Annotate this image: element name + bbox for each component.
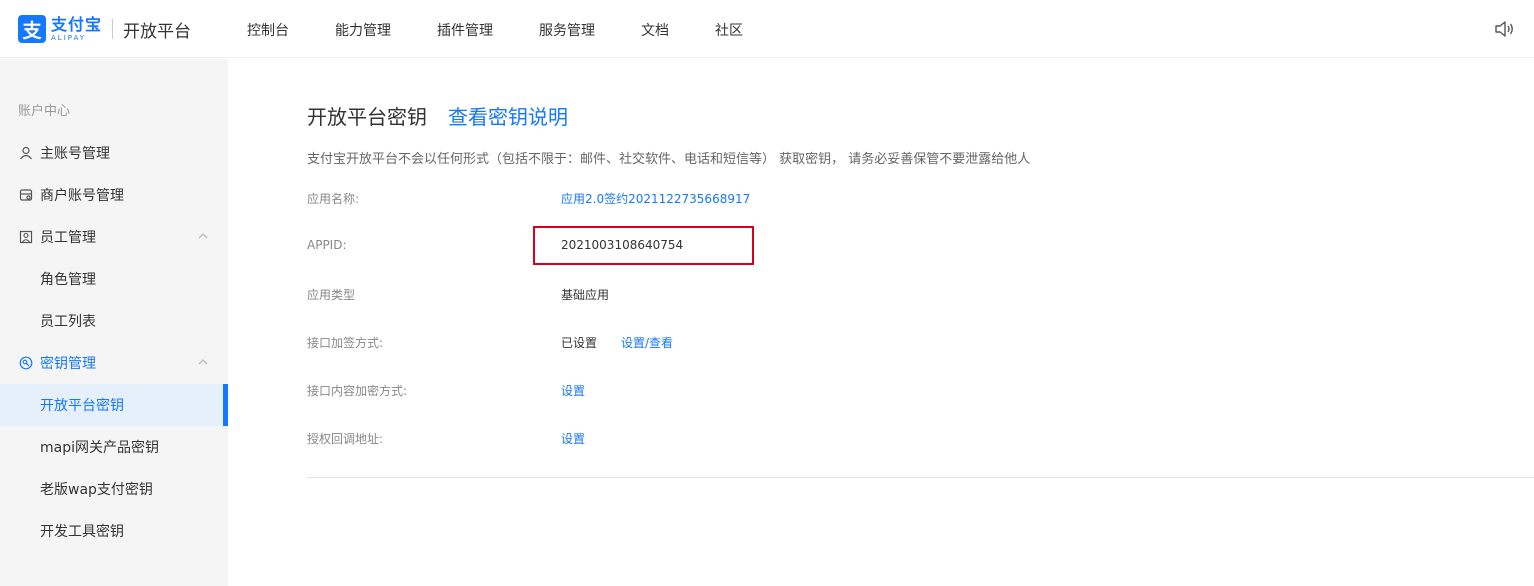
content-divider [307, 477, 1534, 478]
sidebar-item-roles[interactable]: 角色管理 [0, 258, 228, 300]
content-encrypt-label: 接口内容加密方式: [307, 384, 408, 398]
sidebar: 账户中心 主账号管理 商户账号管理 员工管理 角色管理 员工列表 密钥管理 开放… [0, 59, 228, 586]
sidebar-item-merchant-account[interactable]: 商户账号管理 [0, 174, 228, 216]
sidebar-item-keys[interactable]: 密钥管理 [0, 342, 228, 384]
logo-cn: 支付宝 [51, 14, 103, 34]
sidebar-item-label: 开放平台密钥 [40, 398, 124, 414]
nav-services[interactable]: 服务管理 [539, 20, 595, 40]
alipay-logo[interactable]: 支 支付宝 ALIPAY 开放平台 [18, 14, 191, 44]
sidebar-item-open-platform-keys[interactable]: 开放平台密钥 [0, 384, 228, 426]
sidebar-item-label: 员工列表 [40, 314, 96, 330]
sidebar-item-label: 老版wap支付密钥 [40, 482, 153, 498]
sidebar-item-label: 商户账号管理 [40, 188, 124, 204]
logo-divider [112, 19, 114, 39]
platform-title: 开放平台 [123, 21, 192, 42]
logo-text: 支付宝 ALIPAY [51, 14, 103, 42]
sidebar-item-devtool-keys[interactable]: 开发工具密钥 [0, 510, 228, 552]
sidebar-item-staff[interactable]: 员工管理 [0, 216, 228, 258]
sidebar-item-label: 主账号管理 [40, 146, 110, 162]
app-name-link[interactable]: 应用2.0签约2021122735668917 [561, 190, 750, 207]
sidebar-item-label: mapi网关产品密钥 [40, 440, 159, 456]
chevron-up-icon[interactable] [197, 230, 209, 242]
callback-url-settings-link[interactable]: 设置 [561, 430, 585, 447]
sidebar-group-title: 账户中心 [18, 104, 71, 119]
top-header: 支 支付宝 ALIPAY 开放平台 控制台 能力管理 插件管理 服务管理 文档 … [0, 0, 1534, 58]
sidebar-item-mapi-keys[interactable]: mapi网关产品密钥 [0, 426, 228, 468]
sidebar-item-staff-list[interactable]: 员工列表 [0, 300, 228, 342]
user-icon [18, 145, 34, 161]
merchant-icon [18, 187, 34, 203]
nav-docs[interactable]: 文档 [641, 20, 669, 40]
alipay-logo-mark: 支 [18, 15, 46, 43]
appid-value: 2021003108640754 [561, 238, 684, 252]
view-key-docs-link[interactable]: 查看密钥说明 [448, 101, 568, 130]
sign-method-label: 接口加签方式: [307, 336, 384, 350]
sign-method-settings-link[interactable]: 设置/查看 [621, 334, 673, 351]
sidebar-item-label: 密钥管理 [40, 356, 96, 372]
sidebar-item-wap-keys[interactable]: 老版wap支付密钥 [0, 468, 228, 510]
sidebar-item-label: 角色管理 [40, 272, 96, 288]
key-icon [18, 355, 34, 371]
app-type-value: 基础应用 [561, 288, 610, 302]
callback-url-label: 授权回调地址: [307, 432, 384, 446]
security-notice: 支付宝开放平台不会以任何形式（包括不限于：邮件、社交软件、电话和短信等） 获取密… [307, 152, 1031, 167]
appid-label: APPID: [307, 238, 347, 252]
content-encrypt-settings-link[interactable]: 设置 [561, 382, 585, 399]
staff-icon [18, 229, 34, 245]
nav-console[interactable]: 控制台 [247, 20, 289, 40]
app-name-label: 应用名称: [307, 192, 360, 206]
nav-plugins[interactable]: 插件管理 [437, 20, 493, 40]
speaker-icon[interactable] [1494, 19, 1516, 39]
nav-community[interactable]: 社区 [715, 20, 743, 40]
app-type-label: 应用类型 [307, 288, 356, 302]
chevron-up-icon[interactable] [197, 356, 209, 368]
page-title: 开放平台密钥 [307, 105, 427, 129]
sidebar-item-label: 开发工具密钥 [40, 524, 124, 540]
logo-en: ALIPAY [51, 33, 87, 42]
sign-method-status: 已设置 [561, 336, 598, 350]
sidebar-item-label: 员工管理 [40, 230, 96, 246]
sidebar-item-main-account[interactable]: 主账号管理 [0, 132, 228, 174]
nav-capability[interactable]: 能力管理 [335, 20, 391, 40]
